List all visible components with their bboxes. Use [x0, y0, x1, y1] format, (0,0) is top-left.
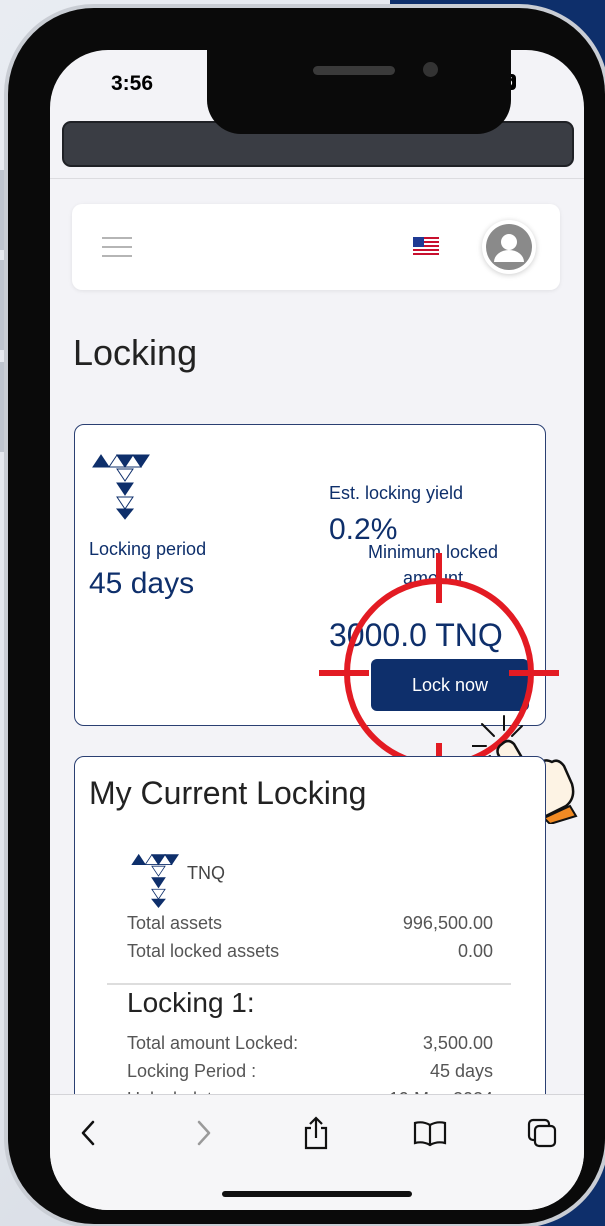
lock-now-button[interactable]: Lock now	[371, 659, 529, 711]
camera	[423, 62, 438, 77]
row-value: 45 days	[429, 1061, 493, 1081]
tabs-icon[interactable]	[524, 1115, 560, 1151]
period-label: Locking period	[89, 539, 207, 559]
phone-frame: 3:56 45	[8, 8, 605, 1224]
share-icon[interactable]	[298, 1115, 334, 1151]
locking-row: Locking Period : 45 days	[127, 1061, 493, 1082]
hamburger-icon[interactable]	[102, 237, 132, 259]
divider	[50, 178, 584, 179]
row-label: Total amount Locked:	[127, 1033, 299, 1053]
yield-label: Est. locking yield	[329, 483, 464, 503]
row-label: Locking Period :	[127, 1061, 257, 1081]
home-indicator	[222, 1191, 412, 1197]
divider	[107, 983, 511, 985]
tnq-logo-icon	[131, 853, 180, 909]
status-time: 3:56	[111, 72, 154, 95]
user-avatar-icon[interactable]	[482, 220, 536, 274]
period-value: 45 days	[89, 567, 195, 600]
current-locking-title: My Current Locking	[89, 775, 367, 811]
locking-row: Total amount Locked: 3,500.00	[127, 1033, 493, 1054]
summary-row: Total assets 996,500.00	[127, 913, 493, 934]
locking-1-title: Locking 1:	[127, 987, 255, 1018]
token-label: TNQ	[187, 863, 225, 883]
page-title: Locking	[73, 332, 198, 373]
row-value: 3,500.00	[422, 1033, 493, 1053]
back-icon[interactable]	[70, 1115, 106, 1151]
row-value: 996,500.00	[402, 913, 493, 933]
row-label: Total locked assets	[127, 941, 280, 961]
locking-card: Est. locking yield 0.2% Locking period 4…	[74, 424, 546, 726]
speaker	[313, 66, 395, 75]
top-navbar	[72, 204, 560, 290]
tnq-logo-icon	[92, 454, 150, 520]
row-label: Total assets	[127, 913, 223, 933]
forward-icon[interactable]	[186, 1115, 222, 1151]
phone-screen: 3:56 45	[50, 50, 584, 1210]
notch	[207, 50, 511, 134]
us-flag-icon[interactable]	[413, 237, 439, 255]
summary-row: Total locked assets 0.00	[127, 941, 493, 962]
row-value: 0.00	[457, 941, 493, 961]
minimum-amount-label: Minimum locked amount	[367, 542, 499, 588]
bookmarks-icon[interactable]	[412, 1115, 448, 1151]
minimum-amount-value: 3000.0 TNQ	[329, 617, 503, 653]
browser-toolbar	[50, 1094, 584, 1210]
